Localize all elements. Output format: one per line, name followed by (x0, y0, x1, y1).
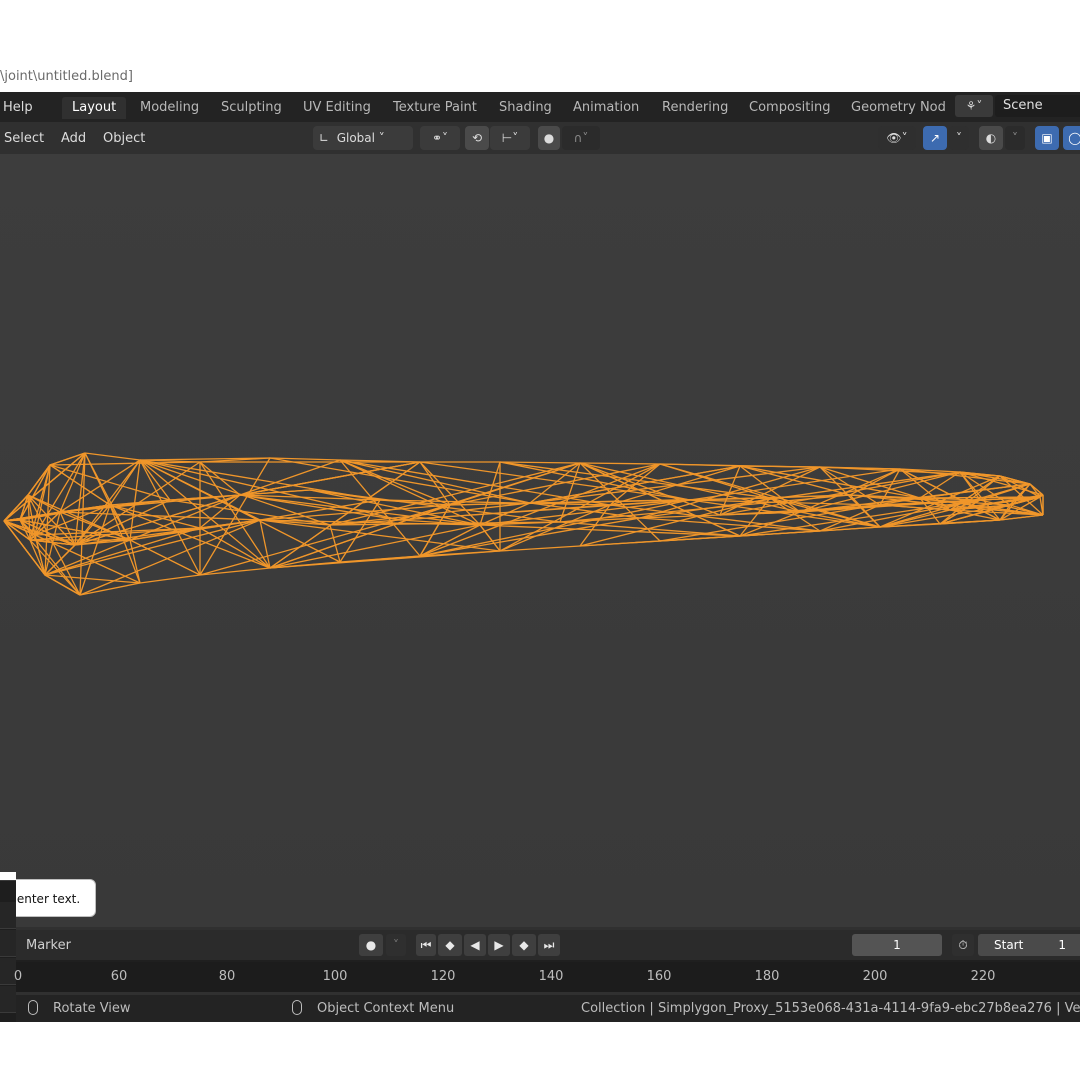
snap-target-icon[interactable]: ⊢˅ (490, 126, 530, 150)
panel-cell (0, 986, 16, 1013)
start-frame-field[interactable]: Start 1 (978, 934, 1080, 956)
mesh-edge (84, 452, 141, 461)
mouse-icon (28, 1000, 38, 1015)
mesh-edge (49, 452, 86, 466)
tab-uv-editing[interactable]: UV Editing (293, 97, 381, 119)
menu-marker[interactable]: Marker (26, 938, 71, 953)
left-panel-strip (0, 872, 16, 1022)
top-bar: Help Layout Modeling Sculpting UV Editin… (0, 92, 1080, 122)
frame-tick: 180 (754, 969, 780, 984)
mesh-edge (139, 459, 341, 563)
mesh-edge (479, 524, 741, 537)
mesh-edge (659, 463, 901, 470)
snap-icon[interactable]: ⟲ (465, 126, 489, 150)
tab-rendering[interactable]: Rendering (652, 97, 738, 119)
frame-tick: 0 (13, 969, 23, 984)
frame-tick: 140 (538, 969, 564, 984)
tab-animation[interactable]: Animation (563, 97, 649, 119)
gizmo-dropdown-icon[interactable]: ˅ (949, 126, 969, 150)
wireframe-mesh[interactable] (0, 154, 1080, 927)
3d-viewport[interactable]: to enter text. (0, 154, 1080, 927)
viewport-header: Select Add Object ∟ Global ˅ ⚭˅ ⟲ ⊢˅ ● ∩… (0, 122, 1080, 154)
pivot-icon[interactable]: ⚭˅ (420, 126, 460, 150)
frame-tick: 220 (970, 969, 996, 984)
frame-tick: 200 (862, 969, 888, 984)
tab-modeling[interactable]: Modeling (130, 97, 209, 119)
start-value: 1 (1058, 938, 1066, 952)
window-title: \joint\untitled.blend] (0, 69, 133, 84)
frame-tick: 100 (322, 969, 348, 984)
menu-add[interactable]: Add (61, 131, 86, 146)
mesh-edge (269, 555, 421, 569)
status-context: Object Context Menu (317, 1001, 455, 1016)
visibility-icon[interactable]: 👁˅ (878, 126, 916, 150)
proportional-icon[interactable]: ● (538, 126, 560, 150)
gizmo-icon[interactable]: ↗ (923, 126, 947, 150)
keyframe-record-icon[interactable]: ● (359, 934, 383, 956)
current-frame-field[interactable]: 1 (852, 934, 942, 956)
transform-orientation-icon: ∟ (319, 131, 330, 145)
status-rotate: Rotate View (53, 1001, 131, 1016)
mesh-edge (419, 461, 481, 526)
mesh-edge (79, 582, 141, 596)
status-info: Collection | Simplygon_Proxy_5153e068-43… (581, 1001, 1080, 1016)
mesh-edge (139, 574, 201, 584)
mesh-edge (269, 457, 531, 504)
frame-tick: 80 (218, 969, 236, 984)
play-reverse-icon[interactable]: ◀ (464, 934, 486, 956)
frame-tick: 60 (110, 969, 128, 984)
scene-field[interactable]: Scene (995, 95, 1080, 117)
next-keyframe-icon[interactable]: ◆ (512, 934, 536, 956)
mesh-edge (19, 464, 51, 521)
mesh-edge (419, 463, 661, 557)
window-title-bar: \joint\untitled.blend] (0, 62, 1080, 90)
scene-selector-icon[interactable]: ⚘˅ (955, 95, 993, 117)
mesh-edge (239, 459, 341, 496)
mesh-edge (579, 462, 661, 465)
jump-start-icon[interactable]: ⏮ (416, 934, 436, 956)
mesh-edge (19, 519, 81, 596)
frame-ruler[interactable]: 0 60 80 100 120 140 160 180 200 220 (13, 962, 1080, 992)
overlay-icon[interactable]: ◐ (979, 126, 1003, 150)
timeline: Marker ● ˅ ⏮ ◆ ◀ ▶ ◆ ⏭ 1 ⏱ Start 1 0 60 80… (13, 930, 1080, 992)
orientation-label: Global (336, 131, 375, 145)
mesh-edge (34, 504, 111, 536)
mesh-edge (199, 527, 271, 569)
menu-help[interactable]: Help (3, 100, 33, 115)
mesh-edge (339, 459, 531, 504)
falloff-icon[interactable]: ∩˅ (562, 126, 600, 150)
tab-geometry-nodes[interactable]: Geometry Nod (841, 97, 956, 119)
panel-edge (0, 872, 16, 881)
menu-object[interactable]: Object (103, 131, 145, 146)
tab-sculpting[interactable]: Sculpting (211, 97, 292, 119)
blender-window: Help Layout Modeling Sculpting UV Editin… (0, 92, 1080, 1022)
panel-cell (0, 902, 16, 929)
mesh-edge (239, 461, 421, 496)
mesh-edge (499, 461, 581, 464)
jump-end-icon[interactable]: ⏭ (538, 934, 560, 956)
tab-shading[interactable]: Shading (489, 97, 562, 119)
tab-compositing[interactable]: Compositing (739, 97, 841, 119)
prev-keyframe-icon[interactable]: ◆ (438, 934, 462, 956)
mesh-edge (139, 459, 271, 569)
status-bar: Rotate View Object Context Menu Collecti… (16, 995, 1080, 1022)
frame-tick: 120 (430, 969, 456, 984)
panel-cell (0, 930, 16, 957)
orientation-dropdown[interactable]: ∟ Global ˅ (313, 126, 413, 150)
wireframe-shading-icon[interactable]: ◯ (1063, 126, 1080, 150)
mouse-right-icon (292, 1000, 302, 1015)
mesh-edge (499, 545, 581, 552)
timeline-header: Marker ● ˅ ⏮ ◆ ◀ ▶ ◆ ⏭ 1 ⏱ Start 1 (16, 930, 1080, 960)
mesh-edge (199, 461, 271, 569)
overlay-dropdown-icon[interactable]: ˅ (1005, 126, 1025, 150)
stopwatch-icon[interactable]: ⏱ (952, 934, 974, 956)
play-icon[interactable]: ▶ (488, 934, 510, 956)
start-label: Start (994, 938, 1024, 952)
tab-layout[interactable]: Layout (62, 97, 127, 119)
xray-icon[interactable]: ▣ (1035, 126, 1059, 150)
keying-dropdown-icon[interactable]: ˅ (386, 934, 406, 956)
tab-texture-paint[interactable]: Texture Paint (383, 97, 487, 119)
frame-tick: 160 (646, 969, 672, 984)
menu-select[interactable]: Select (4, 131, 44, 146)
